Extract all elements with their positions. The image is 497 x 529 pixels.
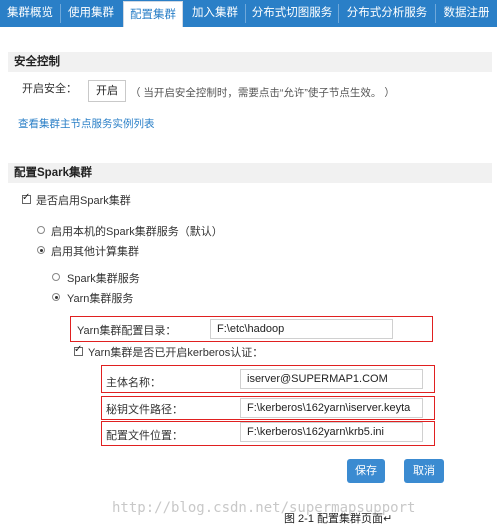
cancel-button[interactable]: 取消 (404, 459, 444, 483)
other-cluster-radio[interactable] (37, 246, 45, 254)
save-button[interactable]: 保存 (347, 459, 385, 483)
principal-label: 主体名称： (106, 377, 161, 389)
yarn-dir-input[interactable] (210, 319, 393, 339)
yarn-dir-label: Yarn集群配置目录： (77, 325, 177, 337)
security-section-title: 安全控制 (8, 52, 492, 72)
enable-security-label: 开启安全： (22, 83, 77, 95)
security-hint: （ 当开启安全控制时，需要点击“允许”使子节点生效。 ） (130, 87, 395, 99)
keytab-input[interactable] (240, 398, 423, 418)
other-cluster-label: 启用其他计算集群 (51, 246, 139, 258)
tab-distributed-tiling[interactable]: 分布式切图服务 (246, 0, 338, 27)
spark-section-title: 配置Spark集群 (8, 163, 492, 183)
local-spark-label: 启用本机的Spark集群服务（默认） (51, 226, 223, 238)
local-spark-radio[interactable] (37, 226, 45, 234)
tab-distributed-analysis[interactable]: 分布式分析服务 (339, 0, 435, 27)
yarn-cluster-label: Yarn集群服务 (67, 293, 134, 305)
top-tab-bar: 集群概览 使用集群 配置集群 加入集群 分布式切图服务 分布式分析服务 数据注册 (0, 0, 497, 27)
kerberos-label: Yarn集群是否已开启kerberos认证： (88, 347, 264, 359)
figure-caption: 图 2-1 配置集群页面↵ (284, 513, 393, 525)
tab-join-cluster[interactable]: 加入集群 (185, 0, 245, 27)
master-node-instances-link[interactable]: 查看集群主节点服务实例列表 (18, 116, 155, 131)
enable-spark-label: 是否启用Spark集群 (36, 195, 131, 207)
tab-data-registration[interactable]: 数据注册 (436, 0, 497, 27)
config-file-label: 配置文件位置： (106, 430, 183, 442)
kerberos-checkbox[interactable] (74, 344, 83, 356)
enable-spark-checkbox[interactable] (22, 192, 31, 204)
tab-configure-cluster[interactable]: 配置集群 (123, 1, 183, 27)
spark-cluster-radio[interactable] (52, 273, 60, 281)
config-file-input[interactable] (240, 422, 423, 442)
spark-cluster-label: Spark集群服务 (67, 273, 140, 285)
yarn-cluster-radio[interactable] (52, 293, 60, 301)
keytab-label: 秘钥文件路径： (106, 404, 183, 416)
tab-cluster-overview[interactable]: 集群概览 (0, 0, 60, 27)
tab-use-cluster[interactable]: 使用集群 (61, 0, 121, 27)
enable-security-button[interactable]: 开启 (88, 80, 126, 102)
principal-input[interactable] (240, 369, 423, 389)
